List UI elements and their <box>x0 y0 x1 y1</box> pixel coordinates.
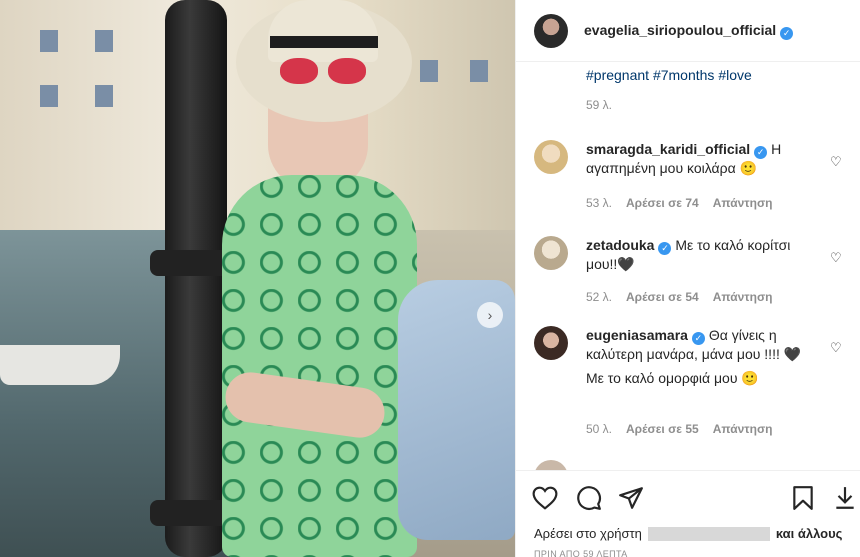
post-sidebar: evagelia_siriopoulou_official ✓ #pregnant… <box>515 0 860 557</box>
comment-icon <box>577 486 601 511</box>
comment-username[interactable]: zetadouka <box>586 237 654 253</box>
comment-meta: 52 λ. Αρέσει σε 54 Απάντηση <box>586 290 772 304</box>
likes-summary[interactable]: Αρέσει στο χρήστη και άλλους <box>534 526 842 541</box>
comment-meta: 50 λ. Αρέσει σε 55 Απάντηση <box>586 422 772 436</box>
caption-time: 59 λ. <box>586 98 613 112</box>
heart-icon[interactable]: ♡ <box>830 340 842 356</box>
avatar[interactable] <box>534 326 568 360</box>
avatar[interactable] <box>534 236 568 270</box>
comment-time: 52 λ. <box>586 290 613 304</box>
building-window <box>40 85 58 107</box>
avatar[interactable] <box>534 460 568 470</box>
carousel-next-button[interactable]: › <box>477 302 503 328</box>
verified-icon: ✓ <box>691 331 705 345</box>
comment-username[interactable]: eugeniasamara <box>586 327 688 343</box>
bookmark-icon <box>793 486 813 510</box>
chevron-right-icon: › <box>487 307 493 323</box>
comment-likes[interactable]: Αρέσει σε 74 <box>626 196 699 210</box>
avatar[interactable] <box>534 140 568 174</box>
comments-list[interactable]: #pregnant #7months #love 59 λ. smaragda_… <box>516 62 860 470</box>
sunglasses <box>280 58 370 84</box>
verified-icon: ✓ <box>780 26 794 40</box>
avatar[interactable] <box>534 13 568 48</box>
comment-username[interactable]: smaragda_karidi_official <box>586 141 750 157</box>
building-window <box>95 30 113 52</box>
lamp-post <box>165 0 227 557</box>
download-icon <box>836 487 854 509</box>
comment-meta: 53 λ. Αρέσει σε 74 Απάντηση <box>586 196 772 210</box>
hat-band <box>270 36 378 48</box>
comment-text: zetadouka ✓ Με το καλό κορίτσι μου!!🖤 <box>586 236 818 273</box>
action-bar: Αρέσει στο χρήστη και άλλους ΠΡΙΝ ΑΠΟ 59… <box>516 470 860 557</box>
share-icon <box>619 487 643 509</box>
boat <box>0 345 120 385</box>
comment-button[interactable] <box>574 483 604 513</box>
verified-icon: ✓ <box>754 145 768 159</box>
comment-likes[interactable]: Αρέσει σε 54 <box>626 290 699 304</box>
post-photo[interactable]: › <box>0 0 515 557</box>
comment-message-line2: Με το καλό ομορφιά μου 🙂 <box>586 369 759 386</box>
green-dress <box>222 175 417 557</box>
heart-icon[interactable]: ♡ <box>830 154 842 170</box>
blurred-username <box>647 526 770 541</box>
like-button[interactable] <box>530 483 560 513</box>
building-window <box>40 30 58 52</box>
caption-hashtags[interactable]: #pregnant #7months #love <box>586 67 752 83</box>
building-window <box>470 60 488 82</box>
download-button[interactable] <box>830 483 860 513</box>
comment-time: 50 λ. <box>586 422 613 436</box>
post-username[interactable]: evagelia_siriopoulou_official ✓ <box>584 22 794 40</box>
verified-icon: ✓ <box>658 241 672 255</box>
comment-likes[interactable]: Αρέσει σε 55 <box>626 422 699 436</box>
reply-button[interactable]: Απάντηση <box>713 422 773 436</box>
building-window <box>420 60 438 82</box>
save-button[interactable] <box>788 483 818 513</box>
posted-time: ΠΡΙΝ ΑΠΟ 59 ΛΕΠΤΑ <box>534 549 628 557</box>
reply-button[interactable]: Απάντηση <box>713 290 773 304</box>
comment-text: eugeniasamara ✓ Θα γίνεις η καλύτερη μανά… <box>586 326 818 387</box>
likes-prefix: Αρέσει στο χρήστη <box>534 526 642 541</box>
likes-suffix[interactable]: και άλλους <box>776 526 843 541</box>
comment-time: 53 λ. <box>586 196 613 210</box>
heart-icon[interactable]: ♡ <box>830 250 842 266</box>
comment-text: smaragda_karidi_official ✓ Η αγαπημένη μο… <box>586 140 818 177</box>
hat-crown <box>268 0 378 62</box>
building-window <box>95 85 113 107</box>
heart-icon <box>532 486 558 510</box>
share-button[interactable] <box>616 483 646 513</box>
reply-button[interactable]: Απάντηση <box>713 196 773 210</box>
post-header: evagelia_siriopoulou_official ✓ <box>516 0 860 62</box>
